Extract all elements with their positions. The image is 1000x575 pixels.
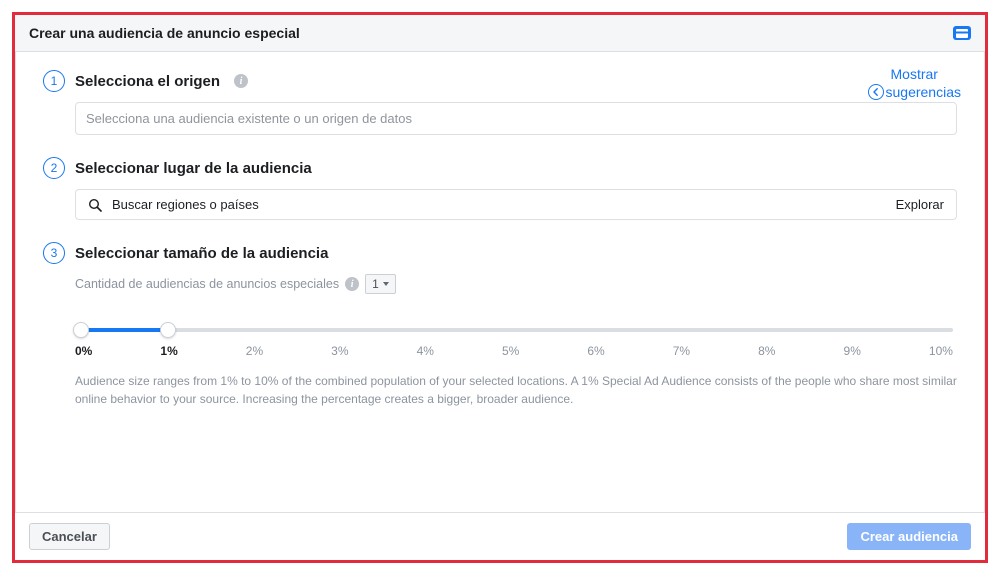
source-input[interactable]: Selecciona una audiencia existente o un …	[75, 102, 957, 135]
cancel-button[interactable]: Cancelar	[29, 523, 110, 550]
step-number: 1	[43, 70, 65, 92]
chevron-down-icon	[383, 282, 389, 286]
audience-size-slider[interactable]	[75, 322, 953, 338]
slider-tick: 8%	[758, 344, 775, 358]
search-icon	[88, 198, 102, 212]
step-number: 2	[43, 157, 65, 179]
dialog-header: Crear una audiencia de anuncio especial	[15, 15, 985, 52]
slider-handle-max[interactable]	[160, 322, 176, 338]
show-suggestions-link[interactable]: Mostrar sugerencias	[868, 66, 962, 101]
suggestions-line1: Mostrar	[868, 66, 962, 84]
step-title: Selecciona el origen	[75, 73, 220, 90]
slider-tick: 6%	[587, 344, 604, 358]
explore-link[interactable]: Explorar	[896, 197, 944, 212]
slider-tick: 2%	[246, 344, 263, 358]
suggestions-line2: sugerencias	[886, 84, 962, 102]
location-placeholder: Buscar regiones o países	[112, 197, 886, 212]
dialog-body: Mostrar sugerencias 1 Selecciona el orig…	[15, 52, 985, 512]
slider-tick: 0%	[75, 344, 92, 358]
help-text: Audience size ranges from 1% to 10% of t…	[75, 372, 957, 408]
location-search-input[interactable]: Buscar regiones o países Explorar	[75, 189, 957, 220]
info-icon[interactable]: i	[234, 74, 248, 88]
dialog-title: Crear una audiencia de anuncio especial	[29, 25, 300, 41]
slider-track	[81, 328, 953, 332]
chevron-left-circle-icon	[868, 84, 884, 100]
slider-ticks: 0% 1% 2% 3% 4% 5% 6% 7% 8% 9% 10%	[75, 344, 953, 358]
slider-tick: 10%	[929, 344, 953, 358]
step-number: 3	[43, 242, 65, 264]
slider-tick: 1%	[160, 344, 177, 358]
slider-tick: 9%	[844, 344, 861, 358]
slider-track-fill	[81, 328, 168, 332]
source-placeholder: Selecciona una audiencia existente o un …	[86, 111, 412, 126]
dialog-footer: Cancelar Crear audiencia	[15, 512, 985, 560]
slider-tick: 4%	[417, 344, 434, 358]
step-title: Seleccionar lugar de la audiencia	[75, 160, 312, 177]
quantity-label: Cantidad de audiencias de anuncios espec…	[75, 277, 339, 291]
quantity-dropdown[interactable]: 1	[365, 274, 396, 294]
step-location: 2 Seleccionar lugar de la audiencia Busc…	[43, 157, 957, 220]
slider-tick: 5%	[502, 344, 519, 358]
slider-tick: 7%	[673, 344, 690, 358]
slider-tick: 3%	[331, 344, 348, 358]
slider-handle-min[interactable]	[73, 322, 89, 338]
header-card-icon	[953, 26, 971, 40]
quantity-value: 1	[372, 277, 379, 291]
step-source: 1 Selecciona el origen i Selecciona una …	[43, 70, 957, 135]
info-icon[interactable]: i	[345, 277, 359, 291]
step-title: Seleccionar tamaño de la audiencia	[75, 245, 328, 262]
create-audience-button[interactable]: Crear audiencia	[847, 523, 971, 550]
step-size: 3 Seleccionar tamaño de la audiencia Can…	[43, 242, 957, 408]
